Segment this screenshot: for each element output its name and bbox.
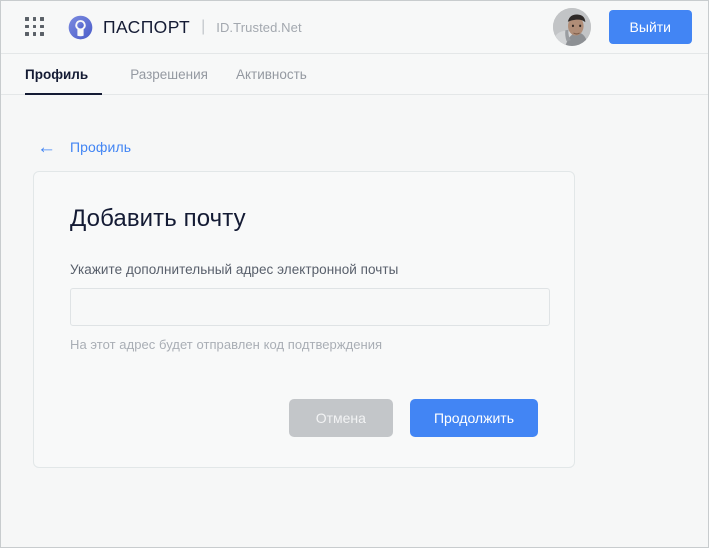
- apps-dot: [25, 32, 29, 36]
- continue-button[interactable]: Продолжить: [409, 399, 538, 437]
- brand-name: ПАСПОРТ: [103, 16, 191, 37]
- header-actions: Выйти: [552, 8, 692, 46]
- brand-block[interactable]: ПАСПОРТ | ID.Trusted.Net: [67, 14, 302, 41]
- cancel-button[interactable]: Отмена: [288, 399, 393, 437]
- logout-button[interactable]: Выйти: [608, 10, 692, 44]
- brand-subtitle: ID.Trusted.Net: [216, 19, 302, 35]
- email-field-label: Укажите дополнительный адрес электронной…: [70, 262, 399, 277]
- apps-dot: [32, 17, 37, 21]
- breadcrumb: ← Профиль: [25, 95, 684, 171]
- app-window: ПАСПОРТ | ID.Trusted.Net Выйти Профиль Р…: [0, 0, 709, 548]
- email-field-hint: На этот адрес будет отправлен код подтве…: [70, 337, 383, 352]
- apps-dot: [25, 17, 29, 21]
- user-avatar-photo: [552, 8, 591, 46]
- apps-dot: [32, 24, 37, 29]
- top-header-bar: ПАСПОРТ | ID.Trusted.Net Выйти: [1, 1, 708, 54]
- arrow-left-icon[interactable]: ←: [37, 138, 56, 157]
- apps-grid-icon[interactable]: [25, 17, 45, 37]
- add-email-card: Добавить почту Укажите дополнительный ад…: [33, 171, 575, 468]
- user-avatar[interactable]: [552, 8, 591, 46]
- tab-bar: Профиль Разрешения Активность: [1, 54, 708, 95]
- tab-profile[interactable]: Профиль: [25, 54, 103, 95]
- card-action-row: Отмена Продолжить: [70, 399, 538, 437]
- brand-separator: |: [201, 18, 206, 35]
- email-input[interactable]: [70, 288, 550, 326]
- apps-dot: [40, 32, 44, 36]
- tab-activity[interactable]: Активность: [222, 54, 321, 94]
- breadcrumb-link-profile[interactable]: Профиль: [70, 139, 131, 155]
- tab-permissions[interactable]: Разрешения: [116, 54, 222, 94]
- apps-dot: [40, 24, 44, 29]
- apps-dot: [32, 32, 37, 36]
- main-content: ← Профиль Добавить почту Укажите дополни…: [1, 95, 708, 547]
- page-title: Добавить почту: [70, 205, 246, 232]
- apps-dot: [40, 17, 44, 21]
- passport-ring-logo-icon: [68, 15, 93, 39]
- apps-dot: [25, 24, 29, 29]
